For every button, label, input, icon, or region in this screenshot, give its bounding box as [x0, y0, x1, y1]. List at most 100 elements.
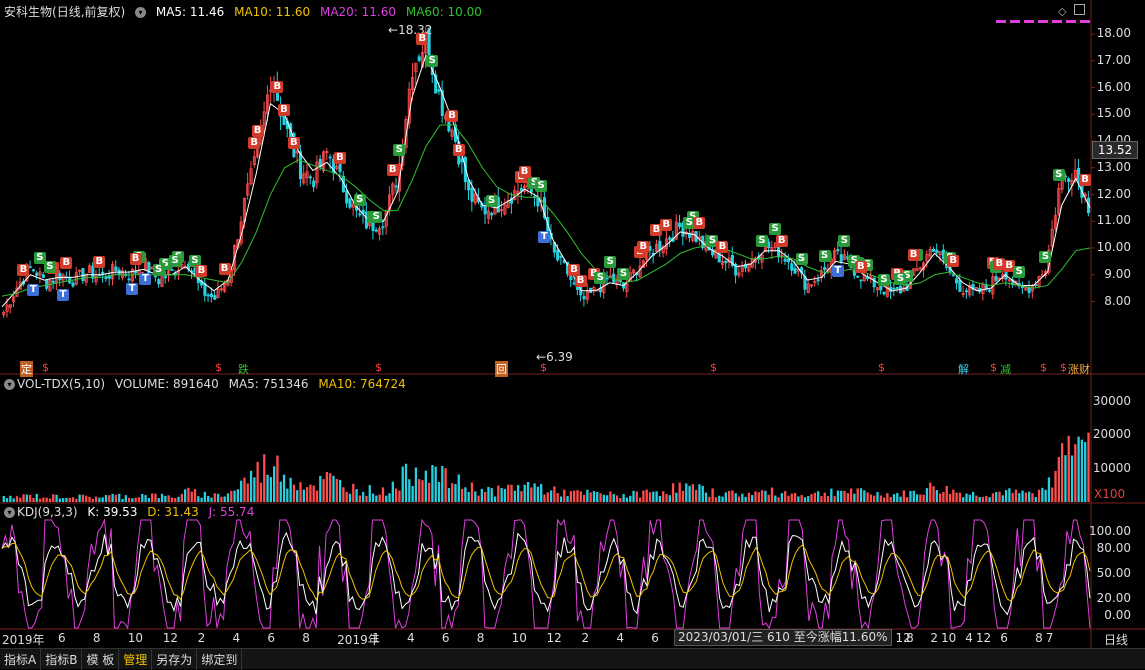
chevron-down-icon[interactable]: ▾: [4, 507, 15, 518]
buy-tag[interactable]: B: [446, 110, 459, 123]
volume-tick: 20000: [1092, 427, 1131, 442]
toolbar-button[interactable]: 指标A: [0, 649, 42, 670]
sell-tag[interactable]: S: [33, 251, 46, 264]
buy-tag[interactable]: B: [17, 263, 30, 276]
event-marker[interactable]: $: [1040, 361, 1047, 374]
sell-tag[interactable]: S: [604, 255, 617, 268]
sell-tag[interactable]: S: [426, 54, 439, 67]
volume-bar: [1018, 493, 1021, 502]
toolbar-button[interactable]: 指标B: [41, 649, 83, 670]
sell-tag[interactable]: S: [535, 180, 548, 193]
buy-tag[interactable]: B: [854, 260, 867, 273]
period-right[interactable]: 日线: [1104, 631, 1128, 648]
sell-tag[interactable]: S: [1039, 251, 1052, 264]
sell-tag[interactable]: S: [617, 268, 630, 281]
volume-bar: [71, 497, 75, 502]
event-marker[interactable]: $: [375, 361, 382, 374]
chevron-down-icon[interactable]: ▾: [4, 379, 15, 390]
buy-tag[interactable]: B: [287, 136, 300, 149]
volume-bar: [635, 491, 638, 502]
x-tick: 8: [476, 631, 485, 645]
event-marker[interactable]: 跌: [238, 361, 249, 377]
event-marker[interactable]: $: [1060, 361, 1067, 374]
event-marker[interactable]: 涨财: [1068, 361, 1090, 377]
volume-bar: [338, 479, 342, 502]
buy-tag[interactable]: B: [568, 263, 581, 276]
buy-tag[interactable]: B: [218, 263, 231, 276]
sell-tag[interactable]: S: [594, 271, 607, 284]
volume-bar: [75, 498, 78, 502]
event-marker[interactable]: $: [215, 361, 222, 374]
sell-tag[interactable]: S: [393, 144, 406, 157]
event-marker[interactable]: $: [540, 361, 547, 374]
sell-tag[interactable]: S: [485, 194, 498, 207]
candle-body: [31, 269, 36, 272]
buy-tag[interactable]: B: [574, 274, 587, 287]
candle-body: [955, 278, 959, 284]
sell-tag[interactable]: S: [1013, 266, 1026, 279]
buy-tag[interactable]: B: [452, 143, 465, 156]
toolbar-button[interactable]: 管理: [119, 649, 153, 670]
buy-tag[interactable]: B: [637, 240, 650, 253]
buy-tag[interactable]: B: [416, 32, 429, 45]
t-tag[interactable]: T: [27, 283, 40, 296]
volume-bar: [767, 494, 770, 502]
buy-tag[interactable]: B: [1079, 174, 1092, 187]
buy-tag[interactable]: B: [93, 255, 106, 268]
buy-tag[interactable]: B: [775, 235, 788, 248]
sell-tag[interactable]: S: [838, 234, 851, 247]
event-marker[interactable]: 解: [958, 361, 969, 377]
sell-tag[interactable]: S: [769, 223, 782, 236]
buy-tag[interactable]: B: [947, 255, 960, 268]
sell-tag[interactable]: S: [1052, 168, 1065, 181]
buy-tag[interactable]: B: [716, 241, 729, 254]
buy-tag[interactable]: B: [386, 163, 399, 176]
volume-bar: [807, 496, 810, 502]
event-marker[interactable]: 回: [495, 361, 508, 377]
toolbar-button[interactable]: 另存为: [152, 649, 198, 670]
sell-tag[interactable]: S: [755, 235, 768, 248]
event-marker[interactable]: 减: [1000, 361, 1011, 377]
toolbar-button[interactable]: 绑定到: [197, 649, 243, 670]
t-tag[interactable]: T: [139, 272, 152, 285]
buy-tag[interactable]: B: [693, 216, 706, 229]
candle-body: [786, 258, 791, 263]
sell-tag[interactable]: S: [795, 252, 808, 265]
sell-tag[interactable]: S: [877, 274, 890, 286]
sell-tag[interactable]: S: [152, 263, 165, 276]
event-marker[interactable]: 定: [20, 361, 33, 377]
toolbar-button[interactable]: 模 板: [82, 649, 120, 670]
sell-tag[interactable]: S: [169, 255, 182, 268]
t-tag[interactable]: T: [538, 231, 551, 244]
sell-tag[interactable]: S: [894, 272, 907, 285]
buy-tag[interactable]: B: [333, 151, 346, 164]
buy-tag[interactable]: B: [60, 257, 73, 270]
event-marker[interactable]: $: [990, 361, 997, 374]
event-marker[interactable]: $: [710, 361, 717, 374]
buy-tag[interactable]: B: [907, 248, 920, 261]
t-tag[interactable]: T: [56, 289, 69, 302]
event-marker[interactable]: $: [878, 361, 885, 374]
buy-tag[interactable]: B: [993, 258, 1006, 271]
t-tag[interactable]: T: [831, 264, 844, 277]
volume-bar: [734, 493, 737, 502]
event-marker[interactable]: $: [42, 361, 49, 374]
buy-tag[interactable]: B: [518, 165, 531, 178]
buy-tag[interactable]: B: [277, 104, 290, 117]
volume-bar: [19, 497, 22, 502]
sell-tag[interactable]: S: [818, 249, 831, 262]
sell-tag[interactable]: S: [370, 211, 383, 224]
buy-tag[interactable]: B: [271, 80, 284, 93]
buy-tag[interactable]: B: [660, 218, 673, 231]
volume-bar: [899, 496, 902, 502]
volume-bar: [470, 482, 474, 502]
candle-body: [935, 249, 939, 254]
buy-tag[interactable]: B: [195, 265, 208, 278]
t-tag[interactable]: T: [126, 283, 139, 296]
buy-tag[interactable]: B: [248, 136, 261, 149]
candle-body: [328, 156, 332, 159]
buy-tag[interactable]: B: [129, 253, 142, 266]
sell-tag[interactable]: S: [353, 194, 366, 207]
candle-body: [964, 290, 969, 293]
buy-tag[interactable]: B: [251, 124, 264, 137]
